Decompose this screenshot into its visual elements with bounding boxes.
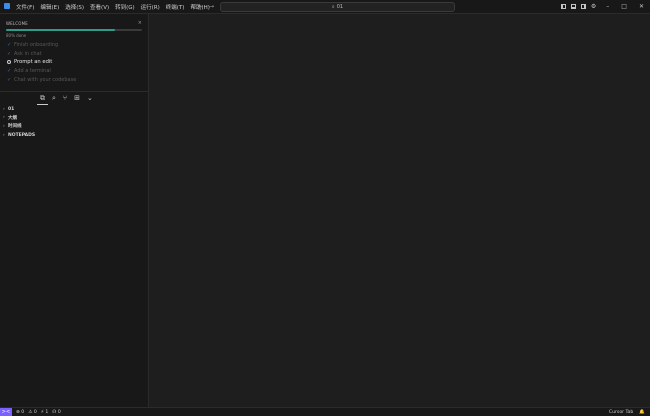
step-finish-onboarding[interactable]: ✓ Finish onboarding: [7, 41, 76, 50]
settings-gear-icon[interactable]: ⚙: [591, 3, 596, 10]
tree-item-label: NOTEPADS: [8, 132, 36, 138]
sidebar: WELCOME × 80% done ✓ Finish onboarding ✓…: [0, 14, 149, 407]
close-icon[interactable]: ×: [138, 20, 142, 26]
menu-selection[interactable]: 选择(S): [65, 3, 84, 11]
step-add-a-terminal[interactable]: ✓ Add a terminal: [7, 67, 76, 76]
editor-area[interactable]: [149, 14, 650, 407]
menu-go[interactable]: 转到(G): [115, 3, 135, 11]
notifications-count[interactable]: ☊ 0: [52, 410, 60, 415]
ports-count[interactable]: ⚡ 1: [41, 410, 49, 415]
step-label: Ask in chat: [14, 50, 42, 57]
search-icon[interactable]: ⌕: [52, 94, 56, 103]
warnings-count[interactable]: ⚠ 0: [28, 410, 37, 415]
progress-label: 80% done: [6, 33, 27, 38]
explorer-icon[interactable]: ⧉: [37, 94, 48, 105]
menu-terminal[interactable]: 终端(T): [166, 3, 185, 11]
circle-icon: [7, 60, 11, 65]
bell-icon[interactable]: 🔔: [639, 410, 645, 415]
step-label: Finish onboarding: [14, 42, 59, 49]
progress-fill: [6, 29, 115, 31]
cursor-tab-status[interactable]: Cursor Tab: [609, 410, 633, 415]
welcome-panel: WELCOME × 80% done ✓ Finish onboarding ✓…: [0, 14, 148, 92]
chevron-down-icon[interactable]: ⌄: [87, 94, 93, 102]
command-center-text: 01: [336, 4, 344, 10]
source-control-icon[interactable]: ⑂: [63, 94, 67, 102]
check-icon: ✓: [7, 76, 12, 83]
title-bar: 文件(F) 编辑(E) 选择(S) 查看(V) 转到(G) 运行(R) 终端(T…: [0, 0, 650, 14]
back-arrow-icon[interactable]: ←: [198, 3, 203, 10]
step-ask-in-chat[interactable]: ✓ Ask in chat: [7, 50, 76, 59]
tree-item-folder[interactable]: › 01: [3, 105, 35, 114]
tree-item-timeline[interactable]: › 时间线: [3, 122, 35, 131]
errors-count[interactable]: ⊗ 0: [16, 410, 24, 415]
close-window-icon[interactable]: ✕: [639, 3, 644, 10]
step-chat-with-codebase[interactable]: ✓ Chat with your codebase: [7, 75, 76, 84]
step-label: Chat with your codebase: [14, 76, 77, 83]
check-icon: ✓: [7, 50, 12, 57]
tree-item-outline[interactable]: › 大纲: [3, 114, 35, 123]
tree-item-notepads[interactable]: › NOTEPADS: [3, 131, 35, 140]
app-logo-icon: [4, 3, 10, 9]
check-icon: ✓: [7, 68, 12, 75]
menu-file[interactable]: 文件(F): [16, 3, 34, 11]
explorer-tree: › 01 › 大纲 › 时间线 › NOTEPADS: [3, 105, 35, 139]
menu-view[interactable]: 查看(V): [90, 3, 109, 11]
activity-bar: ⧉ ⌕ ⑂ ⊞ ⌄: [37, 93, 100, 105]
welcome-title: WELCOME: [6, 21, 29, 26]
maximize-icon[interactable]: □: [621, 3, 627, 10]
command-center-search[interactable]: ⌕ 01: [220, 2, 455, 12]
step-label: Prompt an edit: [14, 59, 53, 66]
menu-run[interactable]: 运行(R): [141, 3, 160, 11]
onboarding-steps: ✓ Finish onboarding ✓ Ask in chat Prompt…: [7, 41, 76, 84]
toggle-secondary-sidebar-icon[interactable]: [580, 4, 586, 9]
minimize-icon[interactable]: –: [606, 3, 609, 10]
toggle-primary-sidebar-icon[interactable]: [560, 4, 566, 9]
toggle-panel-icon[interactable]: [570, 4, 576, 9]
step-label: Add a terminal: [14, 68, 51, 75]
onboarding-progress-bar: [6, 29, 142, 31]
menu-edit[interactable]: 编辑(E): [40, 3, 59, 11]
check-icon: ✓: [7, 42, 12, 49]
forward-arrow-icon[interactable]: →: [209, 3, 214, 10]
tree-item-label: 01: [8, 106, 15, 112]
tree-item-label: 时间线: [8, 124, 22, 130]
step-prompt-an-edit[interactable]: Prompt an edit: [7, 58, 76, 67]
search-icon: ⌕: [331, 4, 335, 10]
extensions-icon[interactable]: ⊞: [74, 94, 80, 102]
tree-item-label: 大纲: [8, 115, 17, 121]
menu-bar: 文件(F) 编辑(E) 选择(S) 查看(V) 转到(G) 运行(R) 终端(T…: [16, 0, 216, 13]
